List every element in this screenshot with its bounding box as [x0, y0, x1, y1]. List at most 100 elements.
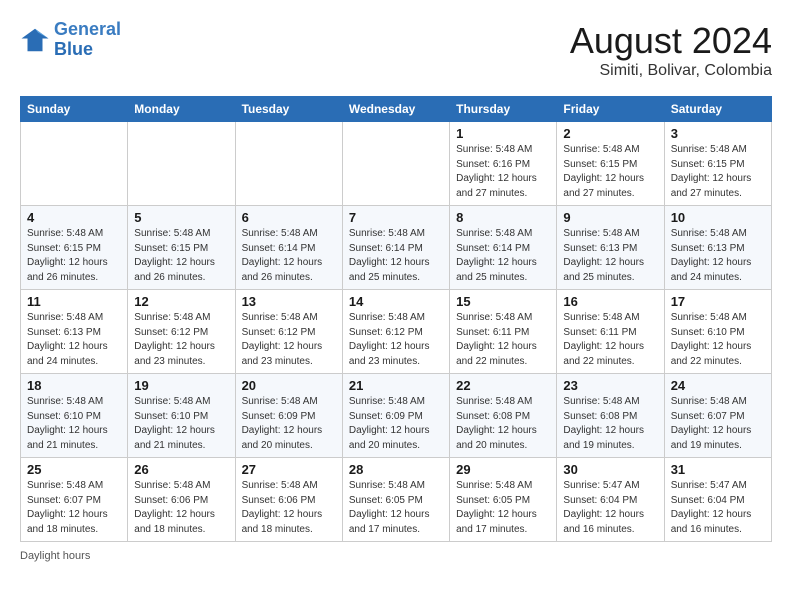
day-info: Sunrise: 5:48 AMSunset: 6:10 PMDaylight:…	[134, 395, 228, 453]
calendar-cell: 2Sunrise: 5:48 AMSunset: 6:15 PMDaylight…	[557, 122, 664, 206]
calendar-cell	[21, 122, 128, 206]
calendar-cell: 11 Sunrise: 5:48 AMSunset: 6:13 PMDayligh…	[21, 290, 128, 374]
day-number: 25	[27, 462, 121, 477]
day-info: Sunrise: 5:48 AMSunset: 6:13 PMDaylight:…	[27, 311, 121, 369]
calendar-cell: 21 Sunrise: 5:48 AMSunset: 6:09 PMDayligh…	[342, 374, 449, 458]
day-info: Sunrise: 5:48 AMSunset: 6:08 PMDaylight:…	[456, 395, 550, 453]
day-number: 16	[563, 294, 657, 309]
day-info: Sunrise: 5:48 AMSunset: 6:13 PMDaylight:…	[563, 227, 657, 285]
day-number: 18	[27, 378, 121, 393]
calendar-cell: 6Sunrise: 5:48 AMSunset: 6:14 PMDaylight…	[235, 206, 342, 290]
day-info: Sunrise: 5:48 AMSunset: 6:15 PMDaylight:…	[27, 227, 121, 285]
day-number: 8	[456, 210, 550, 225]
calendar-cell	[342, 122, 449, 206]
weekday-header-saturday: Saturday	[664, 97, 771, 122]
day-number: 11	[27, 294, 121, 309]
day-number: 6	[242, 210, 336, 225]
day-info: Sunrise: 5:48 AMSunset: 6:16 PMDaylight:…	[456, 143, 550, 201]
calendar-cell: 23Sunrise: 5:48 AMSunset: 6:08 PMDayligh…	[557, 374, 664, 458]
calendar-cell: 8Sunrise: 5:48 AMSunset: 6:14 PMDaylight…	[450, 206, 557, 290]
calendar-cell: 12Sunrise: 5:48 AMSunset: 6:12 PMDayligh…	[128, 290, 235, 374]
day-number: 4	[27, 210, 121, 225]
calendar-cell: 30 Sunrise: 5:47 AMSunset: 6:04 PMDayligh…	[557, 458, 664, 542]
calendar-cell: 31 Sunrise: 5:47 AMSunset: 6:04 PMDayligh…	[664, 458, 771, 542]
day-info: Sunrise: 5:48 AMSunset: 6:07 PMDaylight:…	[27, 479, 121, 537]
location-subtitle: Simiti, Bolivar, Colombia	[570, 62, 772, 80]
day-info: Sunrise: 5:48 AMSunset: 6:14 PMDaylight:…	[349, 227, 443, 285]
day-info: Sunrise: 5:47 AMSunset: 6:04 PMDaylight:…	[671, 479, 765, 537]
calendar-cell: 16 Sunrise: 5:48 AMSunset: 6:11 PMDayligh…	[557, 290, 664, 374]
calendar-cell: 17Sunrise: 5:48 AMSunset: 6:10 PMDayligh…	[664, 290, 771, 374]
weekday-header-sunday: Sunday	[21, 97, 128, 122]
day-info: Sunrise: 5:48 AMSunset: 6:10 PMDaylight:…	[27, 395, 121, 453]
calendar-cell: 15Sunrise: 5:48 AMSunset: 6:11 PMDayligh…	[450, 290, 557, 374]
day-number: 22	[456, 378, 550, 393]
day-number: 10	[671, 210, 765, 225]
day-info: Sunrise: 5:48 AMSunset: 6:06 PMDaylight:…	[242, 479, 336, 537]
day-number: 3	[671, 126, 765, 141]
calendar-week-3: 11 Sunrise: 5:48 AMSunset: 6:13 PMDayligh…	[21, 290, 772, 374]
calendar-body: 1 Sunrise: 5:48 AMSunset: 6:16 PMDaylight…	[21, 122, 772, 542]
day-number: 9	[563, 210, 657, 225]
day-info: Sunrise: 5:48 AMSunset: 6:12 PMDaylight:…	[349, 311, 443, 369]
calendar-cell: 1 Sunrise: 5:48 AMSunset: 6:16 PMDaylight…	[450, 122, 557, 206]
day-number: 19	[134, 378, 228, 393]
calendar-week-2: 4 Sunrise: 5:48 AMSunset: 6:15 PMDaylight…	[21, 206, 772, 290]
day-info: Sunrise: 5:48 AMSunset: 6:13 PMDaylight:…	[671, 227, 765, 285]
day-number: 26	[134, 462, 228, 477]
calendar-cell: 10 Sunrise: 5:48 AMSunset: 6:13 PMDayligh…	[664, 206, 771, 290]
calendar-cell: 28Sunrise: 5:48 AMSunset: 6:05 PMDayligh…	[342, 458, 449, 542]
title-block: August 2024 Simiti, Bolivar, Colombia	[570, 20, 772, 80]
calendar-cell	[235, 122, 342, 206]
day-info: Sunrise: 5:48 AMSunset: 6:07 PMDaylight:…	[671, 395, 765, 453]
calendar-cell: 24Sunrise: 5:48 AMSunset: 6:07 PMDayligh…	[664, 374, 771, 458]
calendar-cell: 26 Sunrise: 5:48 AMSunset: 6:06 PMDayligh…	[128, 458, 235, 542]
day-number: 15	[456, 294, 550, 309]
weekday-header-thursday: Thursday	[450, 97, 557, 122]
calendar-table: SundayMondayTuesdayWednesdayThursdayFrid…	[20, 96, 772, 542]
day-number: 1	[456, 126, 550, 141]
calendar-cell: 7Sunrise: 5:48 AMSunset: 6:14 PMDaylight…	[342, 206, 449, 290]
day-number: 27	[242, 462, 336, 477]
day-number: 29	[456, 462, 550, 477]
day-number: 14	[349, 294, 443, 309]
day-info: Sunrise: 5:48 AMSunset: 6:09 PMDaylight:…	[349, 395, 443, 453]
calendar-week-4: 18 Sunrise: 5:48 AMSunset: 6:10 PMDayligh…	[21, 374, 772, 458]
day-info: Sunrise: 5:48 AMSunset: 6:15 PMDaylight:…	[671, 143, 765, 201]
calendar-cell: 20Sunrise: 5:48 AMSunset: 6:09 PMDayligh…	[235, 374, 342, 458]
calendar-cell	[128, 122, 235, 206]
day-number: 17	[671, 294, 765, 309]
day-number: 12	[134, 294, 228, 309]
day-number: 21	[349, 378, 443, 393]
calendar-cell: 25 Sunrise: 5:48 AMSunset: 6:07 PMDayligh…	[21, 458, 128, 542]
day-number: 31	[671, 462, 765, 477]
calendar-header: SundayMondayTuesdayWednesdayThursdayFrid…	[21, 97, 772, 122]
day-info: Sunrise: 5:48 AMSunset: 6:06 PMDaylight:…	[134, 479, 228, 537]
calendar-cell: 5 Sunrise: 5:48 AMSunset: 6:15 PMDaylight…	[128, 206, 235, 290]
calendar-cell: 18 Sunrise: 5:48 AMSunset: 6:10 PMDayligh…	[21, 374, 128, 458]
day-info: Sunrise: 5:48 AMSunset: 6:05 PMDaylight:…	[456, 479, 550, 537]
calendar-cell: 3 Sunrise: 5:48 AMSunset: 6:15 PMDaylight…	[664, 122, 771, 206]
day-info: Sunrise: 5:48 AMSunset: 6:15 PMDaylight:…	[134, 227, 228, 285]
day-number: 13	[242, 294, 336, 309]
day-info: Sunrise: 5:48 AMSunset: 6:11 PMDaylight:…	[563, 311, 657, 369]
footer-note: Daylight hours	[20, 550, 772, 562]
day-number: 2	[563, 126, 657, 141]
weekday-header-wednesday: Wednesday	[342, 97, 449, 122]
weekday-header-monday: Monday	[128, 97, 235, 122]
month-year-title: August 2024	[570, 20, 772, 62]
day-info: Sunrise: 5:47 AMSunset: 6:04 PMDaylight:…	[563, 479, 657, 537]
logo: General Blue	[20, 20, 121, 60]
calendar-week-1: 1 Sunrise: 5:48 AMSunset: 6:16 PMDaylight…	[21, 122, 772, 206]
calendar-cell: 4 Sunrise: 5:48 AMSunset: 6:15 PMDaylight…	[21, 206, 128, 290]
day-number: 23	[563, 378, 657, 393]
page-header: General Blue August 2024 Simiti, Bolivar…	[20, 20, 772, 80]
day-number: 30	[563, 462, 657, 477]
day-info: Sunrise: 5:48 AMSunset: 6:09 PMDaylight:…	[242, 395, 336, 453]
calendar-cell: 29 Sunrise: 5:48 AMSunset: 6:05 PMDayligh…	[450, 458, 557, 542]
calendar-cell: 13Sunrise: 5:48 AMSunset: 6:12 PMDayligh…	[235, 290, 342, 374]
calendar-cell: 22 Sunrise: 5:48 AMSunset: 6:08 PMDayligh…	[450, 374, 557, 458]
logo-icon	[20, 25, 50, 55]
weekday-header-tuesday: Tuesday	[235, 97, 342, 122]
day-number: 5	[134, 210, 228, 225]
